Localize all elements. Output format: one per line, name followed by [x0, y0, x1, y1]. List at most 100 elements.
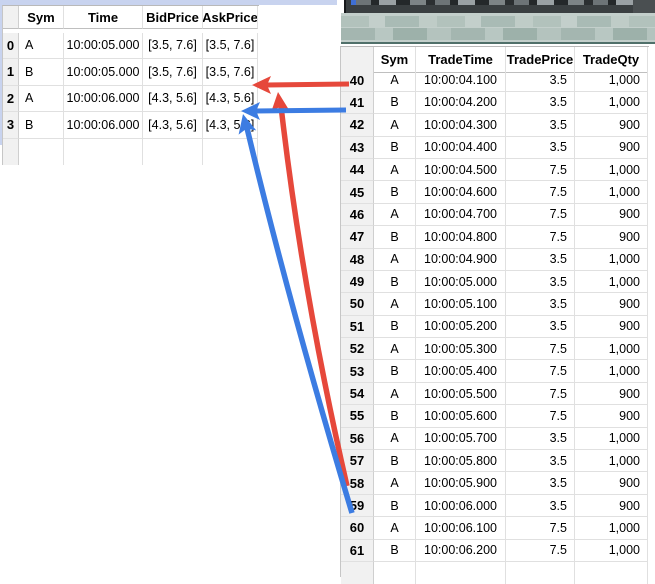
trades-row-46-tradetime[interactable]: 10:00:04.700	[416, 204, 506, 226]
trades-row-50-index[interactable]: 50	[341, 293, 374, 315]
trades-row-41-tradeqty[interactable]: 1,000	[575, 92, 648, 114]
trades-row-51-tradeprice[interactable]: 3.5	[506, 316, 575, 338]
trades-row-60-index[interactable]: 60	[341, 517, 374, 539]
trades-row-41-tradeprice[interactable]: 3.5	[506, 92, 575, 114]
trades-row-50-tradetime[interactable]: 10:00:05.100	[416, 293, 506, 315]
trades-row-49-index[interactable]: 49	[341, 271, 374, 293]
trades-row-45-tradetime[interactable]: 10:00:04.600	[416, 181, 506, 203]
quotes-row-1-time[interactable]: 10:00:05.000	[64, 59, 143, 86]
trades-row-40-sym[interactable]: A	[374, 69, 416, 91]
trades-row-54-tradetime[interactable]: 10:00:05.500	[416, 383, 506, 405]
quotes-row-1-askprice[interactable]: [3.5, 7.6]	[203, 59, 258, 86]
trades-row-41-tradetime[interactable]: 10:00:04.200	[416, 92, 506, 114]
trades-partial-row-cell[interactable]	[506, 562, 575, 584]
trades-row-53-sym[interactable]: B	[374, 360, 416, 382]
quotes-row-2-bidprice[interactable]: [4.3, 5.6]	[143, 86, 203, 113]
trades-row-42-sym[interactable]: A	[374, 114, 416, 136]
trades-row-58-index[interactable]: 58	[341, 472, 374, 494]
trades-partial-row-cell[interactable]	[341, 562, 374, 584]
trades-row-49-sym[interactable]: B	[374, 271, 416, 293]
right-window-titlebar[interactable]	[344, 0, 655, 13]
quotes-row-0-index[interactable]: 0	[3, 33, 19, 60]
trades-row-54-tradeprice[interactable]: 7.5	[506, 383, 575, 405]
quotes-row-3-askprice[interactable]: [4.3, 5.6]	[203, 112, 258, 139]
trades-row-61-tradeprice[interactable]: 7.5	[506, 540, 575, 562]
trades-row-43-tradeqty[interactable]: 900	[575, 137, 648, 159]
trades-row-61-index[interactable]: 61	[341, 540, 374, 562]
trades-row-43-tradeprice[interactable]: 3.5	[506, 137, 575, 159]
quotes-header-askprice[interactable]: AskPrice	[203, 6, 258, 29]
trades-row-47-tradetime[interactable]: 10:00:04.800	[416, 226, 506, 248]
trades-row-49-tradeprice[interactable]: 3.5	[506, 271, 575, 293]
trades-row-51-sym[interactable]: B	[374, 316, 416, 338]
trades-row-40-tradetime[interactable]: 10:00:04.100	[416, 69, 506, 91]
trades-row-57-tradetime[interactable]: 10:00:05.800	[416, 450, 506, 472]
trades-row-52-tradeprice[interactable]: 7.5	[506, 338, 575, 360]
trades-row-54-sym[interactable]: A	[374, 383, 416, 405]
trades-row-48-tradeqty[interactable]: 1,000	[575, 249, 648, 271]
quotes-row-2-askprice[interactable]: [4.3, 5.6]	[203, 86, 258, 113]
trades-row-53-tradeprice[interactable]: 7.5	[506, 360, 575, 382]
trades-row-41-index[interactable]: 41	[341, 92, 374, 114]
quotes-row-1-bidprice[interactable]: [3.5, 7.6]	[143, 59, 203, 86]
quotes-row-2-index[interactable]: 2	[3, 86, 19, 113]
trades-row-54-tradeqty[interactable]: 900	[575, 383, 648, 405]
trades-row-56-tradeqty[interactable]: 1,000	[575, 428, 648, 450]
quotes-partial-row-cell[interactable]	[19, 139, 64, 166]
right-window-toolbar[interactable]	[341, 13, 655, 42]
trades-row-45-sym[interactable]: B	[374, 181, 416, 203]
trades-row-44-sym[interactable]: A	[374, 159, 416, 181]
trades-row-57-tradeqty[interactable]: 1,000	[575, 450, 648, 472]
trades-row-60-tradeprice[interactable]: 7.5	[506, 517, 575, 539]
trades-row-40-tradeprice[interactable]: 3.5	[506, 69, 575, 91]
trades-row-60-tradetime[interactable]: 10:00:06.100	[416, 517, 506, 539]
trades-row-47-index[interactable]: 47	[341, 226, 374, 248]
trades-row-59-tradeprice[interactable]: 3.5	[506, 495, 575, 517]
trades-row-48-tradeprice[interactable]: 3.5	[506, 249, 575, 271]
trades-row-57-index[interactable]: 57	[341, 450, 374, 472]
trades-row-53-index[interactable]: 53	[341, 360, 374, 382]
trades-row-51-tradetime[interactable]: 10:00:05.200	[416, 316, 506, 338]
trades-row-44-tradeqty[interactable]: 1,000	[575, 159, 648, 181]
trades-partial-row-cell[interactable]	[575, 562, 648, 584]
trades-row-42-index[interactable]: 42	[341, 114, 374, 136]
trades-row-59-sym[interactable]: B	[374, 495, 416, 517]
trades-row-57-sym[interactable]: B	[374, 450, 416, 472]
trades-row-50-tradeqty[interactable]: 900	[575, 293, 648, 315]
trades-row-42-tradetime[interactable]: 10:00:04.300	[416, 114, 506, 136]
window-controls-area[interactable]	[633, 0, 655, 13]
trades-row-58-tradetime[interactable]: 10:00:05.900	[416, 472, 506, 494]
trades-row-47-tradeqty[interactable]: 900	[575, 226, 648, 248]
trades-row-59-tradeqty[interactable]: 900	[575, 495, 648, 517]
trades-row-45-index[interactable]: 45	[341, 181, 374, 203]
quotes-row-3-index[interactable]: 3	[3, 112, 19, 139]
trades-row-40-index[interactable]: 40	[341, 69, 374, 91]
quotes-row-0-bidprice[interactable]: [3.5, 7.6]	[143, 33, 203, 60]
trades-row-55-tradeprice[interactable]: 7.5	[506, 405, 575, 427]
trades-row-57-tradeprice[interactable]: 3.5	[506, 450, 575, 472]
trades-row-58-tradeqty[interactable]: 900	[575, 472, 648, 494]
trades-row-56-sym[interactable]: A	[374, 428, 416, 450]
trades-row-60-sym[interactable]: A	[374, 517, 416, 539]
trades-row-48-sym[interactable]: A	[374, 249, 416, 271]
trades-row-53-tradetime[interactable]: 10:00:05.400	[416, 360, 506, 382]
trades-row-55-index[interactable]: 55	[341, 405, 374, 427]
trades-row-43-index[interactable]: 43	[341, 137, 374, 159]
trades-row-54-index[interactable]: 54	[341, 383, 374, 405]
trades-row-48-tradetime[interactable]: 10:00:04.900	[416, 249, 506, 271]
trades-row-51-index[interactable]: 51	[341, 316, 374, 338]
quotes-header-time[interactable]: Time	[64, 6, 143, 29]
quotes-row-2-time[interactable]: 10:00:06.000	[64, 86, 143, 113]
trades-row-50-sym[interactable]: A	[374, 293, 416, 315]
trades-row-42-tradeprice[interactable]: 3.5	[506, 114, 575, 136]
trades-row-45-tradeqty[interactable]: 1,000	[575, 181, 648, 203]
trades-row-55-sym[interactable]: B	[374, 405, 416, 427]
trades-row-40-tradeqty[interactable]: 1,000	[575, 69, 648, 91]
quotes-header-bidprice[interactable]: BidPrice	[143, 6, 203, 29]
trades-row-61-sym[interactable]: B	[374, 540, 416, 562]
quotes-row-2-sym[interactable]: A	[19, 86, 64, 113]
trades-row-47-tradeprice[interactable]: 7.5	[506, 226, 575, 248]
quotes-row-0-askprice[interactable]: [3.5, 7.6]	[203, 33, 258, 60]
trades-row-61-tradetime[interactable]: 10:00:06.200	[416, 540, 506, 562]
quotes-partial-row-cell[interactable]	[3, 139, 19, 166]
